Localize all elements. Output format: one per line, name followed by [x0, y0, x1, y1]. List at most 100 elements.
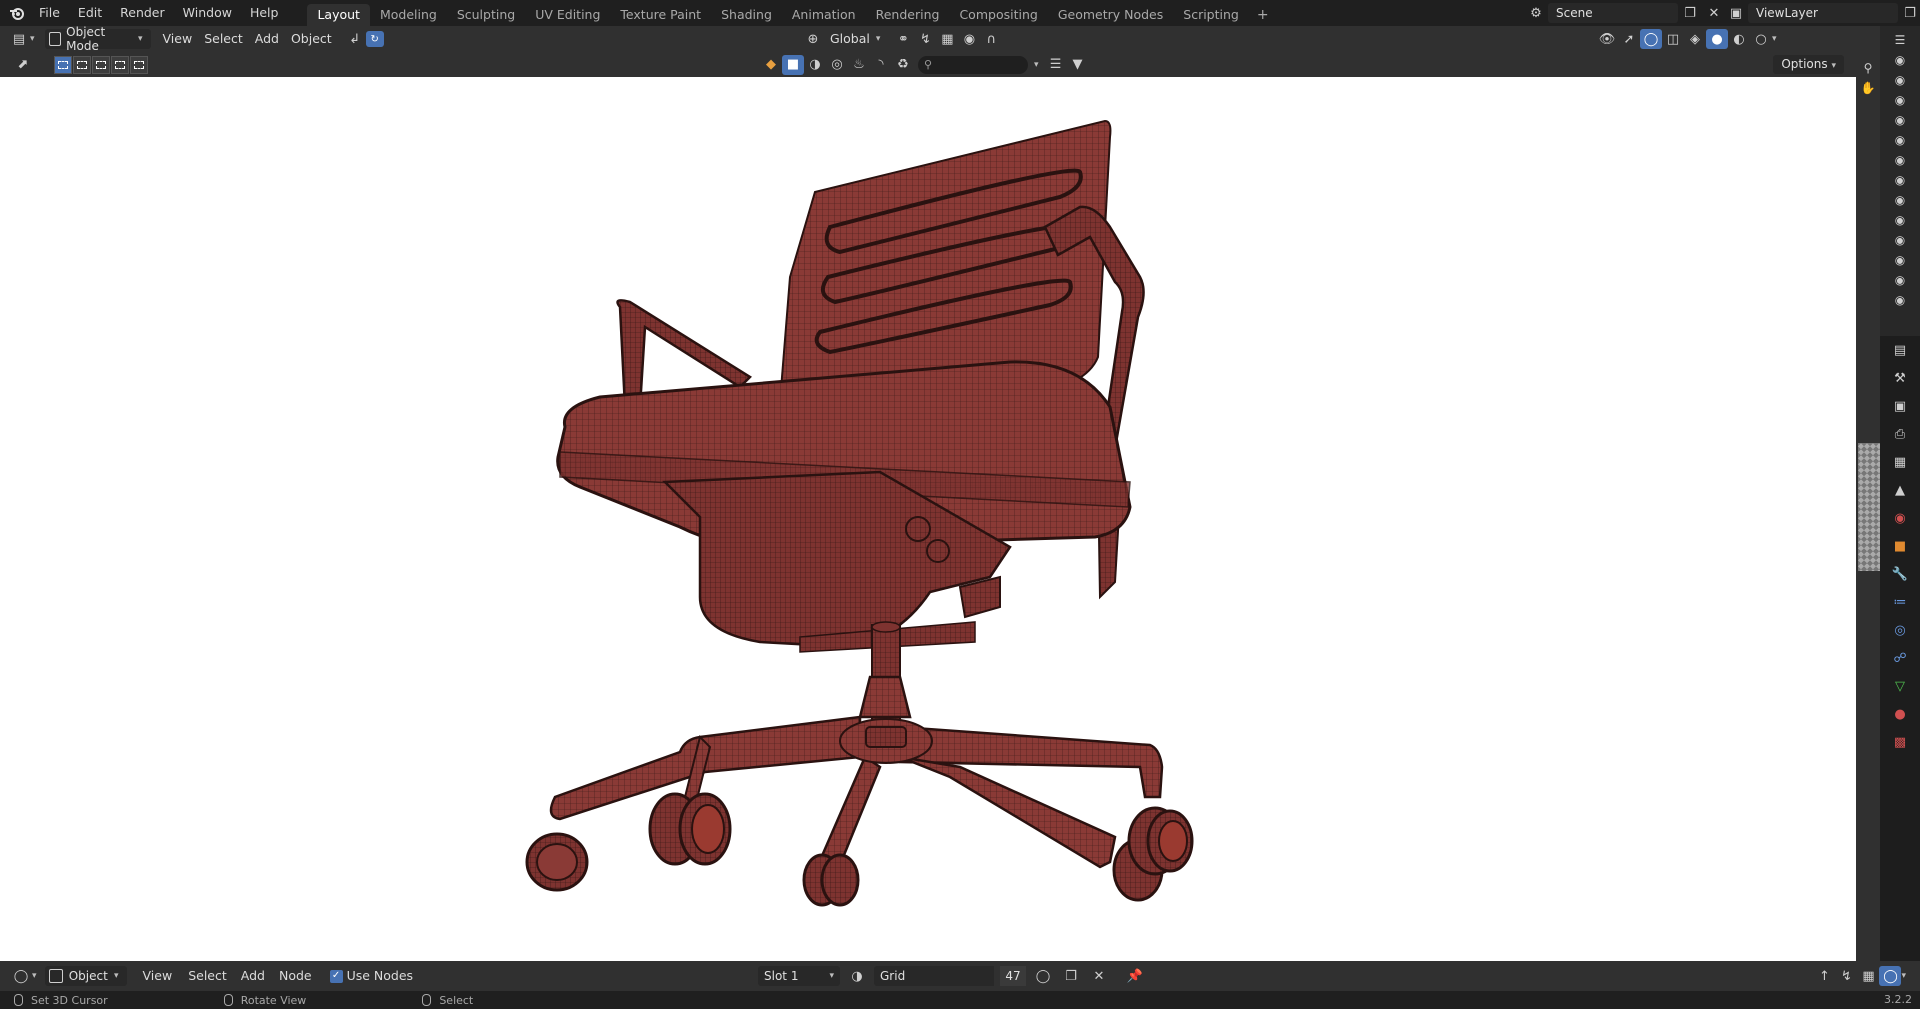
pan-hand-icon[interactable]: ✋ [1856, 78, 1880, 98]
menu-file[interactable]: File [30, 2, 69, 24]
menu-view[interactable]: View [157, 29, 199, 49]
transform-orientation-icon[interactable]: ⊕ [802, 29, 824, 49]
camera-icon[interactable]: ◉ [1880, 270, 1920, 290]
gizmo-toggle-icon[interactable]: ➚ [1618, 29, 1640, 49]
node-menu-add[interactable]: Add [235, 966, 271, 986]
tab-animation[interactable]: Animation [782, 4, 866, 26]
search-input[interactable]: ⚲ [918, 55, 1028, 74]
tab-compositing[interactable]: Compositing [949, 4, 1047, 26]
tab-shading[interactable]: Shading [711, 4, 782, 26]
tab-texture-paint[interactable]: Texture Paint [610, 4, 711, 26]
tab-layout[interactable]: Layout [307, 4, 370, 26]
menu-window[interactable]: Window [174, 2, 241, 24]
blender-logo-icon[interactable] [4, 0, 30, 26]
menu-add[interactable]: Add [249, 29, 285, 49]
menu-edit[interactable]: Edit [69, 2, 111, 24]
sphere-icon[interactable]: ◑ [804, 55, 826, 75]
camera-icon[interactable]: ◉ [1880, 210, 1920, 230]
view-layer-name-field[interactable]: ViewLayer [1748, 3, 1898, 23]
new-view-layer-icon[interactable]: ❐ [1898, 3, 1920, 23]
select-mode-extend-icon[interactable] [73, 55, 91, 74]
material-properties-icon[interactable]: ● [1880, 700, 1920, 728]
pivot-point-icon[interactable]: ⚭ [892, 29, 914, 49]
fake-user-shield-icon[interactable]: ◯ [1032, 966, 1054, 986]
view-layer-icon[interactable]: ▣ [1724, 3, 1748, 23]
xray-icon[interactable]: ◫ [1662, 29, 1684, 49]
physics-properties-icon[interactable]: ◎ [1880, 616, 1920, 644]
camera-icon[interactable]: ◉ [1880, 70, 1920, 90]
snap-target-icon[interactable]: ▦ [936, 29, 958, 49]
tab-rendering[interactable]: Rendering [866, 4, 950, 26]
menu-help[interactable]: Help [241, 2, 288, 24]
material-name-field[interactable]: Grid [874, 966, 994, 986]
camera-icon[interactable]: ◉ [1880, 190, 1920, 210]
unlink-material-icon[interactable]: ✕ [1088, 966, 1110, 986]
chevron-down-icon[interactable]: ▾ [32, 971, 37, 981]
zoom-icon[interactable]: ⚲ [1856, 58, 1880, 78]
camera-icon[interactable]: ◉ [1880, 250, 1920, 270]
render-properties-icon[interactable]: ▣ [1880, 392, 1920, 420]
add-workspace-button[interactable]: + [1249, 4, 1277, 26]
proportional-editing-icon[interactable]: ◉ [958, 29, 980, 49]
tab-modeling[interactable]: Modeling [370, 4, 447, 26]
select-mode-intersect-icon[interactable] [130, 55, 148, 74]
texture-properties-icon[interactable]: ▩ [1880, 728, 1920, 756]
shading-chevron-down-icon[interactable]: ▾ [1772, 34, 1777, 44]
particle-properties-icon[interactable]: ≔ [1880, 588, 1920, 616]
menu-select[interactable]: Select [198, 29, 249, 49]
select-mode-new-icon[interactable] [54, 55, 72, 74]
camera-icon[interactable]: ◉ [1880, 50, 1920, 70]
camera-icon[interactable]: ◉ [1880, 150, 1920, 170]
material-browse-icon[interactable]: ◑ [846, 966, 868, 986]
menu-object[interactable]: Object [285, 29, 338, 49]
snap-transform-icon[interactable]: ↻ [365, 31, 384, 47]
duplicate-material-icon[interactable]: ❐ [1060, 966, 1082, 986]
node-menu-select[interactable]: Select [182, 966, 233, 986]
modifier-properties-icon[interactable]: 🔧 [1880, 560, 1920, 588]
tab-uv-editing[interactable]: UV Editing [525, 4, 610, 26]
scene-name-field[interactable]: Scene [1548, 3, 1678, 23]
snap-icon[interactable]: ↯ [914, 29, 936, 49]
editor-type-icon[interactable]: ▤ [8, 29, 30, 49]
cloth-icon[interactable]: ♻ [892, 55, 914, 75]
object-properties-icon[interactable]: ■ [1880, 532, 1920, 560]
spheres-icon[interactable]: ◎ [826, 55, 848, 75]
menu-render[interactable]: Render [111, 2, 174, 24]
wireframe-shading-icon[interactable]: ◈ [1684, 29, 1706, 49]
solid-shading-icon[interactable]: ● [1706, 29, 1728, 49]
new-scene-icon[interactable]: ❐ [1678, 3, 1702, 23]
rendered-shading-icon[interactable]: ○ [1750, 29, 1772, 49]
tab-scripting[interactable]: Scripting [1173, 4, 1249, 26]
filter-icon[interactable]: ▼ [1067, 55, 1089, 75]
view-layer-properties-icon[interactable]: ▦ [1880, 448, 1920, 476]
mode-dropdown[interactable]: Object Mode ▾ [44, 25, 151, 53]
world-icon[interactable]: ◝ [870, 55, 892, 75]
material-shading-icon[interactable]: ◐ [1728, 29, 1750, 49]
list-view-icon[interactable]: ☰ [1045, 55, 1067, 75]
snap-element-icon[interactable]: ▦ [1857, 966, 1879, 986]
node-menu-node[interactable]: Node [273, 966, 318, 986]
constraint-properties-icon[interactable]: ☍ [1880, 644, 1920, 672]
gizmo-icon[interactable]: ↲ [344, 29, 366, 49]
camera-icon[interactable]: ◉ [1880, 170, 1920, 190]
select-mode-subtract-icon[interactable] [92, 55, 110, 74]
delete-scene-icon[interactable]: ✕ [1702, 3, 1726, 23]
shader-type-dropdown[interactable]: Object ▾ [44, 966, 127, 986]
camera-icon[interactable]: ◉ [1880, 130, 1920, 150]
data-properties-icon[interactable]: ▽ [1880, 672, 1920, 700]
slot-dropdown[interactable]: Slot 1 ▾ [758, 966, 840, 986]
tool-settings-icon[interactable]: ⚒ [1880, 364, 1920, 392]
parent-node-tree-icon[interactable]: ↑ [1813, 966, 1835, 986]
options-dropdown[interactable]: Options ▾ [1773, 55, 1844, 74]
scene-icon[interactable]: ⚙ [1524, 3, 1548, 23]
camera-icon[interactable]: ◉ [1880, 90, 1920, 110]
snap-node-icon[interactable]: ↯ [1835, 966, 1857, 986]
node-editor-type-icon[interactable]: ◯ [10, 966, 32, 986]
tab-sculpting[interactable]: Sculpting [447, 4, 525, 26]
3d-viewport[interactable] [0, 77, 1856, 961]
use-nodes-toggle[interactable]: ✓ Use Nodes [324, 966, 419, 986]
material-user-count[interactable]: 47 [1000, 966, 1026, 986]
properties-editor-icon[interactable]: ▤ [1880, 336, 1920, 364]
tab-geometry-nodes[interactable]: Geometry Nodes [1048, 4, 1173, 26]
hair-icon[interactable]: ♨ [848, 55, 870, 75]
